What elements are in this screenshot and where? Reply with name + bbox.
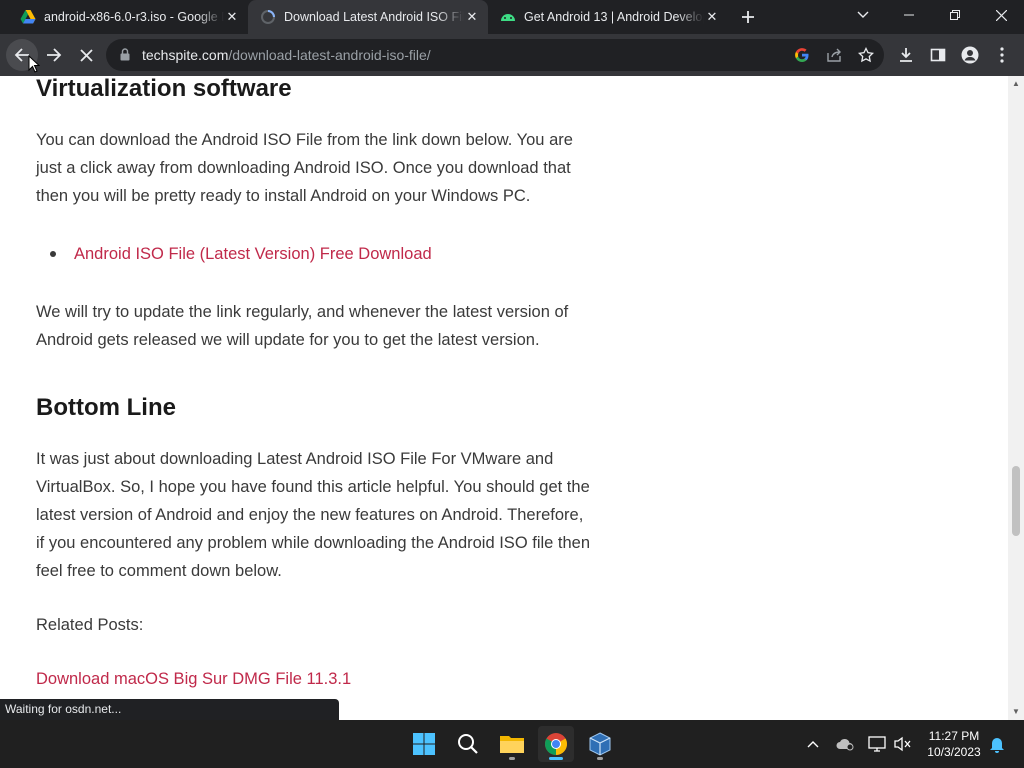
list-bullet bbox=[50, 251, 56, 257]
tab-title: Download Latest Android ISO File For VMw… bbox=[284, 10, 464, 24]
start-button[interactable] bbox=[406, 726, 442, 762]
restore-button[interactable] bbox=[932, 0, 978, 30]
clock-time: 11:27 PM bbox=[928, 729, 980, 743]
windows-taskbar: 11:27 PM 10/3/2023 bbox=[0, 720, 1024, 768]
side-panel-button[interactable] bbox=[922, 39, 954, 71]
downloads-button[interactable] bbox=[890, 39, 922, 71]
show-hidden-icons-button[interactable] bbox=[802, 720, 824, 768]
article-paragraph: We will try to update the link regularly… bbox=[36, 303, 569, 349]
star-icon bbox=[858, 47, 874, 63]
section-heading: Virtualization software bbox=[36, 76, 292, 102]
status-bubble: Waiting for osdn.net... bbox=[0, 699, 339, 720]
google-drive-icon bbox=[20, 10, 36, 24]
side-panel-icon bbox=[930, 48, 946, 62]
mouse-cursor-icon bbox=[28, 55, 40, 73]
close-icon[interactable]: ✕ bbox=[464, 9, 480, 25]
close-icon bbox=[995, 9, 1007, 21]
tab-title: Get Android 13 | Android Developers bbox=[524, 10, 704, 24]
related-posts-label: Related Posts: bbox=[36, 616, 144, 634]
loading-spinner-icon bbox=[261, 10, 275, 24]
virtualbox-taskbar-button[interactable] bbox=[582, 726, 618, 762]
tab-title: android-x86-6.0-r3.iso - Google Drive bbox=[44, 10, 224, 24]
close-icon[interactable]: ✕ bbox=[704, 9, 720, 25]
running-indicator bbox=[597, 757, 603, 760]
network-tray-button[interactable] bbox=[866, 720, 888, 768]
forward-button[interactable] bbox=[38, 39, 70, 71]
share-icon bbox=[827, 48, 841, 62]
taskbar-clock[interactable]: 11:27 PM 10/3/2023 bbox=[918, 728, 990, 760]
google-lens-button[interactable] bbox=[786, 39, 818, 71]
minimize-button[interactable] bbox=[886, 0, 932, 30]
file-explorer-button[interactable] bbox=[494, 726, 530, 762]
speaker-muted-icon bbox=[894, 736, 911, 752]
scroll-thumb[interactable] bbox=[1012, 466, 1020, 536]
related-post-link[interactable]: Download macOS Big Sur DMG File 11.3.1 bbox=[36, 670, 351, 688]
article-paragraph: It was just about downloading Latest And… bbox=[36, 450, 591, 580]
stop-loading-button[interactable] bbox=[70, 39, 102, 71]
plus-icon bbox=[742, 11, 754, 23]
new-tab-button[interactable] bbox=[736, 5, 760, 29]
onedrive-tray-button[interactable] bbox=[834, 720, 856, 768]
bell-icon bbox=[990, 738, 1004, 753]
arrow-right-icon bbox=[47, 48, 62, 62]
download-link[interactable]: Android ISO File (Latest Version) Free D… bbox=[74, 245, 432, 263]
close-window-button[interactable] bbox=[978, 0, 1024, 30]
chrome-taskbar-button[interactable] bbox=[538, 726, 574, 762]
share-button[interactable] bbox=[818, 39, 850, 71]
web-page: Virtualization software You can download… bbox=[0, 76, 1008, 720]
chevron-down-icon bbox=[857, 11, 869, 18]
scroll-up-icon[interactable]: ▲ bbox=[1012, 80, 1020, 88]
folder-icon bbox=[500, 736, 524, 753]
running-indicator bbox=[509, 757, 515, 760]
clock-date: 10/3/2023 bbox=[927, 745, 981, 759]
virtualbox-icon bbox=[589, 732, 611, 756]
bookmark-button[interactable] bbox=[850, 39, 882, 71]
article-paragraph: You can download the Android ISO File fr… bbox=[36, 131, 573, 205]
cloud-icon bbox=[836, 738, 854, 751]
notifications-button[interactable] bbox=[986, 720, 1008, 768]
profile-button[interactable] bbox=[954, 39, 986, 71]
download-icon bbox=[900, 48, 912, 62]
more-vert-icon bbox=[1000, 47, 1004, 63]
tab-strip: android-x86-6.0-r3.iso - Google Drive ✕ … bbox=[0, 0, 1024, 34]
scroll-down-icon[interactable]: ▼ bbox=[1012, 708, 1020, 716]
network-icon bbox=[868, 736, 886, 752]
close-icon bbox=[79, 48, 93, 62]
lock-icon[interactable] bbox=[120, 48, 130, 61]
tab-search-button[interactable] bbox=[840, 0, 886, 30]
download-list-item: Android ISO File (Latest Version) Free D… bbox=[74, 240, 574, 268]
url-text: techspite.com/download-latest-android-is… bbox=[142, 47, 431, 63]
close-icon[interactable]: ✕ bbox=[224, 9, 240, 25]
chrome-icon bbox=[545, 733, 567, 755]
search-button[interactable] bbox=[450, 726, 486, 762]
address-bar[interactable]: techspite.com/download-latest-android-is… bbox=[106, 39, 884, 71]
minimize-icon bbox=[904, 14, 914, 16]
android-icon bbox=[501, 14, 515, 21]
page-scrollbar[interactable]: ▲ ▼ bbox=[1008, 76, 1024, 720]
menu-button[interactable] bbox=[986, 39, 1018, 71]
related-post-item: Download macOS Big Sur DMG File 11.3.1 bbox=[36, 665, 592, 693]
profile-icon bbox=[961, 46, 979, 64]
browser-toolbar: techspite.com/download-latest-android-is… bbox=[0, 34, 1024, 76]
chevron-up-icon bbox=[807, 741, 819, 748]
url-host: techspite.com bbox=[142, 47, 229, 63]
url-path: /download-latest-android-iso-file/ bbox=[228, 47, 431, 63]
restore-icon bbox=[950, 10, 960, 20]
active-indicator bbox=[549, 757, 563, 760]
search-icon bbox=[458, 734, 478, 754]
google-icon bbox=[795, 48, 809, 62]
section-heading: Bottom Line bbox=[36, 394, 176, 421]
volume-tray-button[interactable] bbox=[892, 720, 914, 768]
tab-techspite[interactable]: Download Latest Android ISO File For VMw… bbox=[248, 0, 488, 34]
tab-android-developers[interactable]: Get Android 13 | Android Developers ✕ bbox=[488, 0, 728, 34]
windows-logo-icon bbox=[413, 733, 435, 755]
tab-google-drive[interactable]: android-x86-6.0-r3.iso - Google Drive ✕ bbox=[8, 0, 248, 34]
